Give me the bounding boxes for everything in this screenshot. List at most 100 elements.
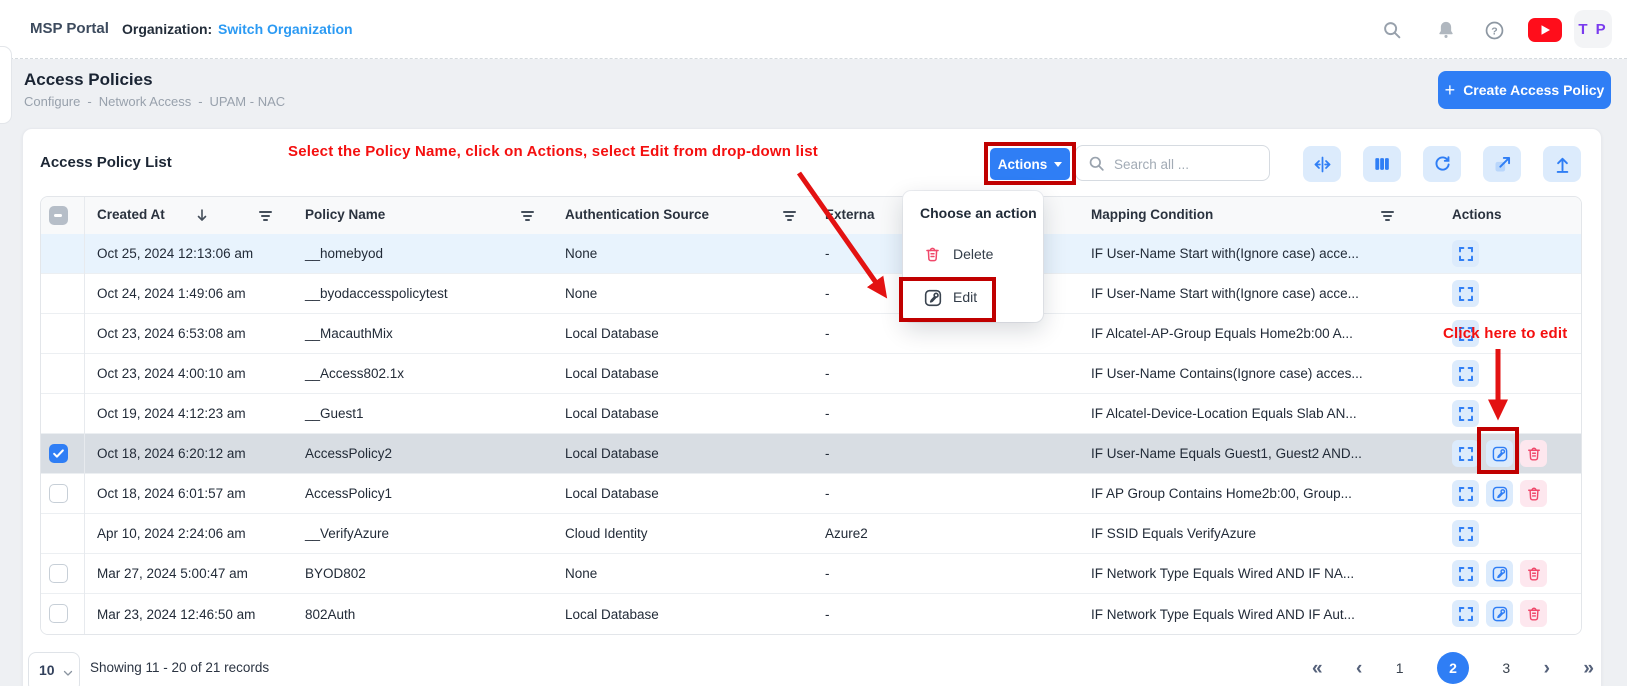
list-title: Access Policy List: [40, 154, 172, 171]
table-row[interactable]: Oct 19, 2024 4:12:23 am __Guest1 Local D…: [41, 394, 1581, 434]
expand-icon[interactable]: [1452, 360, 1479, 387]
delete-icon[interactable]: [1520, 480, 1547, 507]
expand-icon[interactable]: [1452, 280, 1479, 307]
cell-policy-name: AccessPolicy1: [305, 474, 392, 513]
page-button-3[interactable]: 3: [1502, 660, 1510, 676]
filter-icon[interactable]: [782, 211, 796, 224]
breadcrumb-item[interactable]: Network Access: [99, 94, 191, 109]
search-box: [1075, 145, 1270, 181]
expand-icon[interactable]: [1452, 400, 1479, 427]
table-row[interactable]: Oct 23, 2024 6:53:08 am __MacauthMix Loc…: [41, 314, 1581, 354]
cell-created-at: Oct 18, 2024 6:01:57 am: [97, 474, 246, 513]
cell-policy-name: __homebyod: [305, 234, 383, 273]
delete-icon[interactable]: [1520, 440, 1547, 467]
dropdown-item-delete[interactable]: Delete: [903, 237, 1043, 271]
cell-external: -: [825, 594, 830, 634]
annotation-note-1: Select the Policy Name, click on Actions…: [288, 143, 818, 160]
search-icon: [1087, 154, 1106, 173]
sidebar-edge[interactable]: [0, 46, 12, 124]
brand: MSP Portal: [30, 20, 109, 37]
expand-icon[interactable]: [1452, 600, 1479, 627]
cell-created-at: Oct 24, 2024 1:49:06 am: [97, 274, 246, 313]
search-icon[interactable]: [1380, 18, 1404, 42]
dropdown-item-edit[interactable]: Edit: [903, 280, 1043, 314]
expand-icon[interactable]: [1452, 520, 1479, 547]
edit-icon[interactable]: [1486, 600, 1513, 627]
page-size-select[interactable]: 10: [28, 652, 80, 686]
cell-created-at: Oct 23, 2024 6:53:08 am: [97, 314, 246, 353]
bell-icon[interactable]: [1434, 18, 1458, 42]
refresh-icon[interactable]: [1423, 146, 1461, 182]
trash-icon: [923, 245, 942, 269]
edit-icon[interactable]: [1486, 440, 1513, 467]
page-button-2-active[interactable]: 2: [1437, 652, 1469, 684]
cell-policy-name: BYOD802: [305, 554, 366, 593]
edit-icon[interactable]: [1486, 560, 1513, 587]
cell-mapping-condition: IF User-Name Equals Guest1, Guest2 AND..…: [1091, 434, 1362, 473]
col-mapping-condition: Mapping Condition: [1091, 207, 1213, 222]
search-input[interactable]: [1112, 147, 1266, 181]
table-row[interactable]: Oct 25, 2024 12:13:06 am __homebyod None…: [41, 234, 1581, 274]
table-row[interactable]: Oct 23, 2024 4:00:10 am __Access802.1x L…: [41, 354, 1581, 394]
cell-mapping-condition: IF AP Group Contains Home2b:00, Group...: [1091, 474, 1352, 513]
cell-external: -: [825, 434, 830, 473]
cell-created-at: Oct 23, 2024 4:00:10 am: [97, 354, 246, 393]
expand-icon[interactable]: [1452, 560, 1479, 587]
pagination: « ‹ 1 2 3 › »: [1312, 651, 1594, 685]
create-access-policy-button[interactable]: + Create Access Policy: [1438, 71, 1611, 109]
columns-icon[interactable]: [1363, 146, 1401, 182]
column-resize-icon[interactable]: [1303, 146, 1341, 182]
msp-portal-screen: MSP Portal Organization: Switch Organiza…: [0, 0, 1627, 686]
cell-external: -: [825, 314, 830, 353]
filter-icon[interactable]: [520, 211, 534, 224]
cell-auth-source: None: [565, 554, 597, 593]
cell-auth-source: Cloud Identity: [565, 514, 648, 553]
row-checkbox[interactable]: [49, 564, 68, 583]
svg-text:?: ?: [1491, 25, 1497, 37]
breadcrumb-item[interactable]: Configure: [24, 94, 80, 109]
table-row[interactable]: Oct 24, 2024 1:49:06 am __byodaccesspoli…: [41, 274, 1581, 314]
expand-icon[interactable]: [1452, 440, 1479, 467]
delete-icon[interactable]: [1520, 560, 1547, 587]
help-icon[interactable]: ?: [1482, 18, 1506, 42]
open-external-icon[interactable]: [1483, 146, 1521, 182]
last-page-button[interactable]: »: [1583, 659, 1594, 678]
dropdown-title: Choose an action: [920, 205, 1037, 221]
cell-policy-name: __MacauthMix: [305, 314, 393, 353]
page-button-1[interactable]: 1: [1396, 660, 1404, 676]
table-row-selected[interactable]: Oct 18, 2024 6:20:12 am AccessPolicy2 Lo…: [41, 434, 1581, 474]
col-policy-name: Policy Name: [305, 207, 385, 222]
cell-external: -: [825, 474, 830, 513]
next-page-button[interactable]: ›: [1544, 659, 1550, 678]
cell-external: Azure2: [825, 514, 868, 553]
first-page-button[interactable]: «: [1312, 659, 1323, 678]
cell-auth-source: Local Database: [565, 434, 659, 473]
export-icon[interactable]: [1543, 146, 1581, 182]
filter-icon[interactable]: [258, 211, 272, 224]
expand-icon[interactable]: [1452, 480, 1479, 507]
delete-icon[interactable]: [1520, 600, 1547, 627]
prev-page-button[interactable]: ‹: [1356, 659, 1362, 678]
avatar[interactable]: T P: [1574, 10, 1612, 48]
row-checkbox[interactable]: [49, 604, 68, 623]
row-checkbox[interactable]: [49, 484, 68, 503]
table-row[interactable]: Mar 23, 2024 12:46:50 am 802Auth Local D…: [41, 594, 1581, 634]
row-checkbox-checked[interactable]: [49, 444, 68, 463]
cell-auth-source: Local Database: [565, 474, 659, 513]
breadcrumb-item: UPAM - NAC: [210, 94, 286, 109]
youtube-icon[interactable]: [1528, 18, 1562, 47]
select-all-checkbox[interactable]: [49, 206, 68, 225]
actions-button[interactable]: Actions: [990, 148, 1070, 180]
expand-icon[interactable]: [1452, 240, 1479, 267]
edit-icon[interactable]: [1486, 480, 1513, 507]
cell-created-at: Oct 25, 2024 12:13:06 am: [97, 234, 253, 273]
table-row[interactable]: Oct 18, 2024 6:01:57 am AccessPolicy1 Lo…: [41, 474, 1581, 514]
col-external: Externa: [825, 207, 875, 222]
actions-dropdown: Choose an action Delete Edit: [903, 191, 1043, 322]
table-row[interactable]: Apr 10, 2024 2:24:06 am __VerifyAzure Cl…: [41, 514, 1581, 554]
table-row[interactable]: Mar 27, 2024 5:00:47 am BYOD802 None - I…: [41, 554, 1581, 594]
sort-desc-icon[interactable]: [195, 208, 209, 223]
filter-icon[interactable]: [1380, 211, 1394, 224]
plus-icon: +: [1445, 80, 1456, 101]
switch-organization-link[interactable]: Switch Organization: [218, 21, 353, 37]
